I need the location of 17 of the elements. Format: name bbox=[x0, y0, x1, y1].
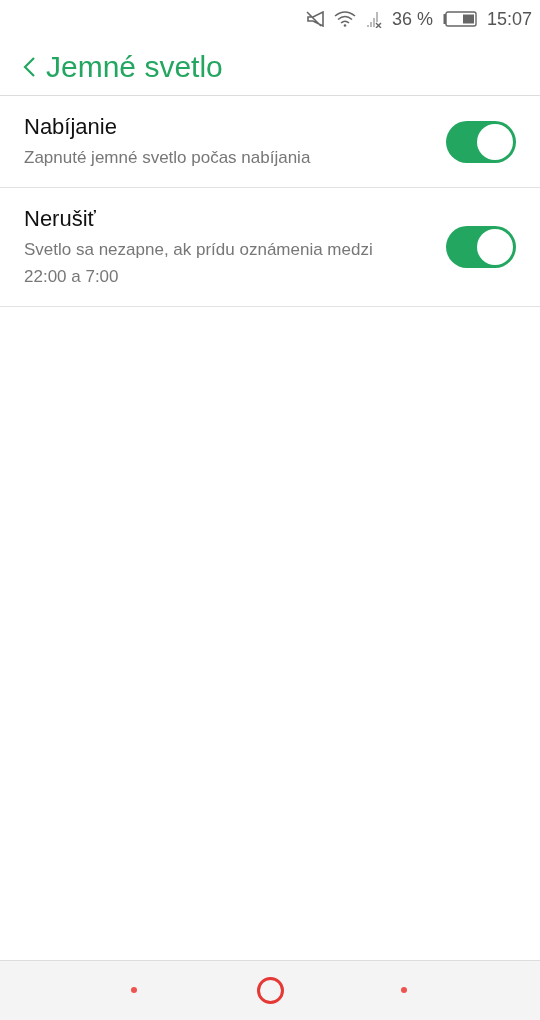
setting-description: Svetlo sa nezapne, ak prídu oznámenia medzi 22:00 a 7:00 bbox=[24, 239, 374, 288]
back-icon[interactable] bbox=[22, 55, 36, 78]
menu-button[interactable] bbox=[131, 987, 137, 993]
battery-icon bbox=[442, 11, 477, 27]
back-button[interactable] bbox=[401, 987, 407, 993]
setting-title: Nerušiť bbox=[24, 205, 97, 233]
toggle-switch[interactable] bbox=[446, 120, 516, 163]
toggle-switch[interactable] bbox=[446, 226, 516, 268]
setting-description: Zapnuté jemné svetlo počas nabíjania bbox=[24, 147, 312, 169]
signal-icon bbox=[365, 10, 382, 28]
clock: 15:07 bbox=[486, 7, 532, 31]
setting-title: Nabíjanie bbox=[24, 113, 118, 141]
home-button[interactable] bbox=[257, 977, 284, 1004]
mute-icon bbox=[305, 11, 324, 27]
wifi-icon bbox=[333, 11, 356, 27]
battery-percent: 36 % bbox=[391, 7, 433, 31]
page-title: Jemné svetlo bbox=[46, 49, 223, 85]
